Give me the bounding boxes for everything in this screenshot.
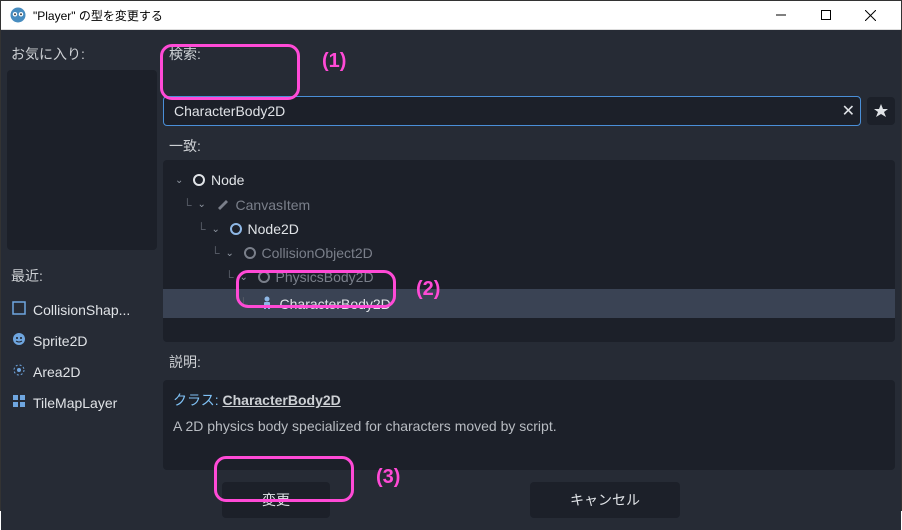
description-label: 説明: [169, 352, 895, 372]
favorites-label: お気に入り: [11, 44, 157, 64]
minimize-button[interactable] [758, 1, 803, 29]
change-button[interactable]: 変更 [222, 482, 330, 518]
node-tree: ⌄ Node └⌄ CanvasItem └⌄ Node2D [163, 160, 895, 342]
tree-row-collisionobject2d[interactable]: └⌄ CollisionObject2D [169, 241, 889, 265]
sprite2d-icon [11, 331, 27, 350]
recent-item-label: CollisionShap... [33, 302, 130, 318]
tree-node-label: Node [211, 172, 244, 188]
dialog-content: お気に入り: 最近: CollisionShap... Sprite2D Are… [1, 30, 901, 530]
titlebar: "Player" の型を変更する [1, 1, 901, 30]
window-title: "Player" の型を変更する [33, 7, 163, 24]
main-panel: 検索: ✕ 一致: ⌄ Node [163, 36, 895, 470]
favorite-toggle-button[interactable] [867, 97, 895, 125]
button-row: 変更 キャンセル [7, 482, 895, 518]
tree-row-node[interactable]: ⌄ Node [169, 168, 889, 192]
cancel-button[interactable]: キャンセル [530, 482, 680, 518]
tree-node-label: CollisionObject2D [262, 245, 373, 261]
recent-item-area2d[interactable]: Area2D [7, 356, 157, 387]
node2d-icon [230, 223, 242, 235]
star-icon [873, 103, 889, 119]
recent-item-collisionshape[interactable]: CollisionShap... [7, 294, 157, 325]
canvasitem-icon [216, 196, 230, 213]
sidebar: お気に入り: 最近: CollisionShap... Sprite2D Are… [7, 36, 157, 470]
chevron-down-icon: ⌄ [175, 175, 187, 186]
collisionshape-icon [11, 300, 27, 319]
recent-item-label: Area2D [33, 364, 80, 380]
tree-row-node2d[interactable]: └⌄ Node2D [169, 217, 889, 241]
match-label: 一致: [169, 136, 895, 156]
recent-list: CollisionShap... Sprite2D Area2D TileMap… [7, 294, 157, 418]
recent-item-label: Sprite2D [33, 333, 87, 349]
search-input[interactable] [163, 96, 861, 126]
favorites-box[interactable] [7, 70, 157, 250]
search-input-wrap: ✕ [163, 96, 861, 126]
tree-row-canvasitem[interactable]: └⌄ CanvasItem [169, 192, 889, 217]
node-icon [193, 174, 205, 186]
description-text: A 2D physics body specialized for charac… [173, 418, 885, 434]
tree-node-label: CanvasItem [236, 197, 311, 213]
tree-node-label: PhysicsBody2D [276, 269, 374, 285]
tree-node-label: Node2D [248, 221, 299, 237]
chevron-down-icon: ⌄ [212, 224, 224, 235]
description-box: クラス: CharacterBody2D A 2D physics body s… [163, 380, 895, 470]
tree-row-physicsbody2d[interactable]: └⌄ PhysicsBody2D [169, 265, 889, 289]
physicsbody2d-icon [258, 271, 270, 283]
tilemap-icon [11, 393, 27, 412]
godot-icon [9, 6, 27, 24]
area2d-icon [11, 362, 27, 381]
close-button[interactable] [848, 1, 893, 29]
recent-item-sprite2d[interactable]: Sprite2D [7, 325, 157, 356]
class-link[interactable]: CharacterBody2D [223, 392, 341, 408]
dialog-window: "Player" の型を変更する お気に入り: 最近: CollisionSha… [0, 0, 902, 511]
tree-row-characterbody2d[interactable]: └ CharacterBody2D [163, 289, 895, 318]
chevron-down-icon: ⌄ [240, 272, 252, 283]
clear-search-icon[interactable]: ✕ [842, 101, 855, 121]
maximize-button[interactable] [803, 1, 848, 29]
characterbody2d-icon [260, 295, 274, 312]
chevron-down-icon: ⌄ [226, 248, 238, 259]
class-prefix: クラス: [173, 392, 223, 408]
chevron-down-icon: ⌄ [198, 199, 210, 210]
recent-item-tilemaplayer[interactable]: TileMapLayer [7, 387, 157, 418]
collisionobject2d-icon [244, 247, 256, 259]
recent-label: 最近: [11, 266, 157, 286]
search-label: 検索: [169, 44, 895, 64]
tree-node-label: CharacterBody2D [280, 296, 391, 312]
recent-item-label: TileMapLayer [33, 395, 117, 411]
